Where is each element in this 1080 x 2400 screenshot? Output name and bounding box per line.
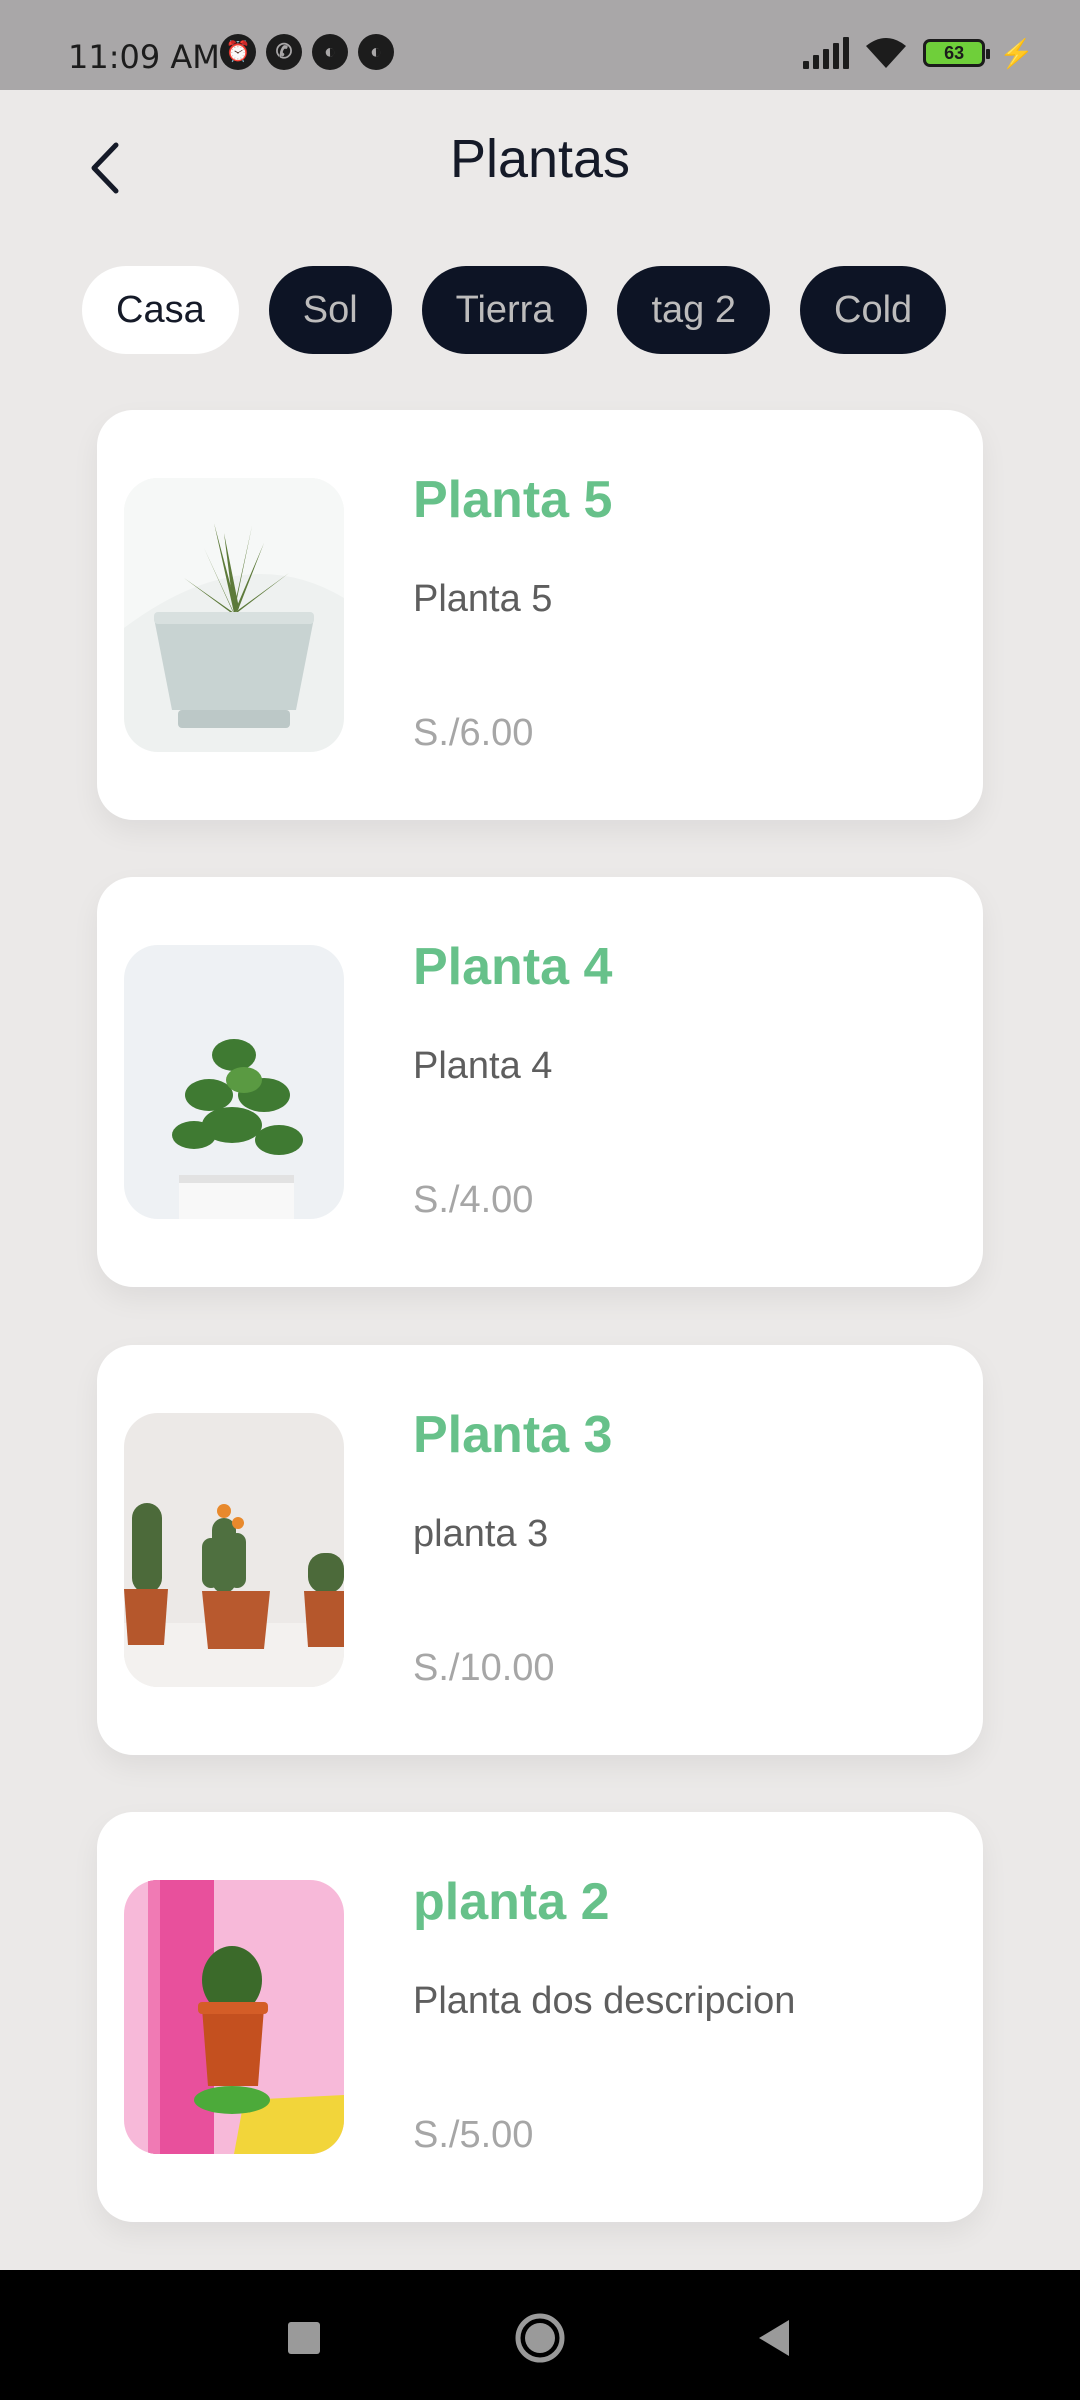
signal-icon — [803, 37, 850, 69]
tag-casa[interactable]: Casa — [82, 266, 239, 354]
battery-icon: 63 — [923, 39, 991, 67]
product-description: Planta 5 — [413, 578, 553, 620]
product-price: S./6.00 — [413, 712, 534, 754]
tag-sol[interactable]: Sol — [268, 266, 392, 354]
product-price: S./4.00 — [413, 1179, 534, 1221]
product-card[interactable]: Planta 5 Planta 5 S./6.00 — [97, 410, 983, 820]
app-icon: ◐ — [358, 34, 394, 70]
product-name: Planta 3 — [413, 1406, 613, 1464]
product-image — [124, 1413, 344, 1687]
home-button[interactable] — [510, 2308, 570, 2368]
tag-tag-2[interactable]: tag 2 — [617, 266, 770, 354]
product-image — [124, 478, 344, 752]
back-icon — [759, 2320, 789, 2356]
product-image — [124, 1880, 344, 2154]
product-price: S./5.00 — [413, 2114, 534, 2156]
alarm-icon: ⏰ — [220, 34, 256, 70]
product-description: Planta dos descripcion — [413, 1980, 796, 2022]
product-card[interactable]: Planta 4 Planta 4 S./4.00 — [97, 877, 983, 1287]
recent-apps-icon — [288, 2322, 320, 2354]
wifi-icon — [866, 38, 907, 68]
product-image — [124, 945, 344, 1219]
app-icon: ◐ — [312, 34, 348, 70]
tag-cold[interactable]: Cold — [800, 266, 947, 354]
product-description: planta 3 — [413, 1513, 549, 1555]
recent-apps-button[interactable] — [274, 2308, 334, 2368]
product-price: S./10.00 — [413, 1647, 555, 1689]
whatsapp-icon: ✆ — [266, 34, 302, 70]
tag-filter-bar: Casa Sol Tierra tag 2 Cold — [82, 266, 947, 354]
status-bar: 11:09 AM ⏰ ✆ ◐ ◐ 63 ⚡ — [0, 0, 1080, 90]
back-nav-button[interactable] — [745, 2308, 805, 2368]
status-time: 11:09 AM — [68, 38, 220, 76]
page-title: Plantas — [449, 129, 631, 189]
product-card[interactable]: Planta 3 planta 3 S./10.00 — [97, 1345, 983, 1755]
product-card[interactable]: planta 2 Planta dos descripcion S./5.00 — [97, 1812, 983, 2222]
tag-tierra[interactable]: Tierra — [421, 266, 588, 354]
product-name: Planta 4 — [413, 938, 613, 996]
product-name: planta 2 — [413, 1873, 610, 1931]
home-icon — [515, 2313, 565, 2363]
charging-icon: ⚡ — [999, 37, 1034, 69]
system-nav-bar — [0, 2270, 1080, 2400]
product-description: Planta 4 — [413, 1045, 553, 1087]
product-name: Planta 5 — [413, 471, 613, 529]
